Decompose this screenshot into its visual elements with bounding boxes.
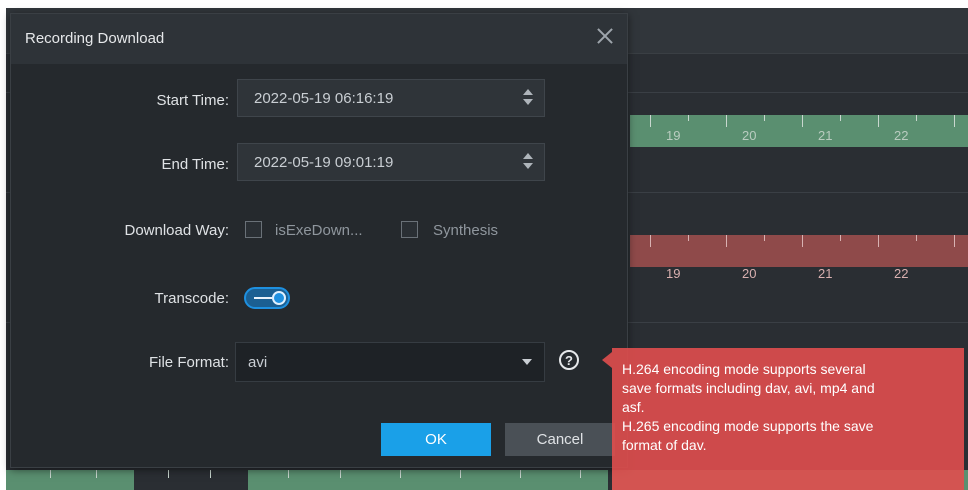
- synthesis-label[interactable]: Synthesis: [433, 222, 498, 239]
- recording-download-dialog: Recording Download Start Time: 2022-05-1…: [10, 13, 628, 468]
- ok-button[interactable]: OK: [381, 423, 491, 456]
- tooltip-line: format of dav.: [622, 437, 707, 453]
- timeline-tick: [954, 235, 955, 247]
- download-way-label: Download Way:: [124, 222, 230, 239]
- timeline-tick: [764, 115, 765, 121]
- end-time-input[interactable]: 2022-05-19 09:01:19: [237, 143, 545, 181]
- timeline-tick: [764, 235, 765, 241]
- timeline-tick: [210, 470, 211, 478]
- timeline-tick: [520, 470, 521, 478]
- timeline-tick: [840, 115, 841, 121]
- spinner-down-icon[interactable]: [523, 99, 533, 105]
- tooltip-line: asf.: [622, 399, 645, 415]
- hour-label: 22: [894, 128, 909, 143]
- timeline-tick: [168, 470, 169, 478]
- timeline-tick: [288, 470, 289, 478]
- end-time-label: End Time:: [161, 156, 229, 173]
- synthesis-checkbox[interactable]: [401, 221, 418, 238]
- timeline-tick: [954, 115, 955, 127]
- file-format-label: File Format:: [148, 354, 229, 371]
- tooltip-line: H.265 encoding mode supports the save: [622, 418, 874, 434]
- alarm-track[interactable]: 19 20 21 22: [630, 235, 968, 281]
- file-format-value: avi: [248, 354, 268, 371]
- start-time-input[interactable]: 2022-05-19 06:16:19: [237, 79, 545, 117]
- timeline-tick: [50, 470, 51, 478]
- timeline-tick: [580, 470, 581, 478]
- format-help-tooltip: H.264 encoding mode supports several sav…: [612, 348, 964, 490]
- end-time-value: 2022-05-19 09:01:19: [254, 154, 394, 171]
- file-format-select[interactable]: avi: [235, 342, 545, 382]
- dialog-title: Recording Download: [25, 30, 165, 47]
- start-time-label: Start Time:: [156, 92, 229, 109]
- transcode-toggle[interactable]: [244, 287, 290, 309]
- hour-label: 22: [894, 266, 909, 281]
- tooltip-line: H.264 encoding mode supports several: [622, 361, 866, 377]
- chevron-down-icon[interactable]: [522, 359, 532, 365]
- time-spinner-icon[interactable]: [522, 89, 534, 107]
- hour-label: 20: [742, 266, 757, 281]
- time-spinner-icon[interactable]: [522, 153, 534, 171]
- toggle-track: [254, 297, 272, 299]
- spinner-down-icon[interactable]: [523, 163, 533, 169]
- timeline-tick: [400, 470, 401, 478]
- timeline-tick: [916, 235, 917, 241]
- hour-label: 21: [818, 128, 833, 143]
- timeline-tick: [340, 470, 341, 478]
- isexedownload-checkbox[interactable]: [245, 221, 262, 238]
- spinner-up-icon[interactable]: [523, 153, 533, 159]
- timeline-tick: [878, 235, 879, 247]
- help-icon[interactable]: ?: [559, 350, 579, 370]
- timeline-tick: [688, 235, 689, 241]
- timeline-tick: [650, 235, 651, 247]
- cancel-button[interactable]: Cancel: [505, 423, 615, 456]
- hour-label: 19: [666, 266, 681, 281]
- start-time-value: 2022-05-19 06:16:19: [254, 90, 394, 107]
- toggle-knob: [272, 291, 286, 305]
- close-icon[interactable]: [593, 24, 617, 48]
- timeline-tick: [650, 115, 651, 127]
- recording-segment[interactable]: [6, 470, 134, 490]
- timeline-tick: [726, 115, 727, 127]
- isexedownload-label[interactable]: isExeDown...: [275, 222, 363, 239]
- recording-segment[interactable]: [248, 470, 608, 490]
- spinner-up-icon[interactable]: [523, 89, 533, 95]
- transcode-label: Transcode:: [154, 290, 229, 307]
- hour-label: 19: [666, 128, 681, 143]
- timeline-tick: [96, 470, 97, 478]
- timeline-tick: [878, 115, 879, 127]
- recording-track[interactable]: 19 20 21 22: [630, 115, 968, 147]
- hour-label: 21: [818, 266, 833, 281]
- timeline-tick: [726, 235, 727, 247]
- dialog-header: Recording Download: [11, 14, 627, 64]
- timeline-tick: [802, 115, 803, 127]
- timeline-tick: [840, 235, 841, 241]
- timeline-tick: [802, 235, 803, 247]
- timeline-tick: [916, 115, 917, 121]
- tooltip-arrow: [602, 352, 612, 368]
- timeline-tick: [460, 470, 461, 478]
- hour-label: 20: [742, 128, 757, 143]
- tooltip-line: save formats including dav, avi, mp4 and: [622, 380, 875, 396]
- timeline-tick: [688, 115, 689, 121]
